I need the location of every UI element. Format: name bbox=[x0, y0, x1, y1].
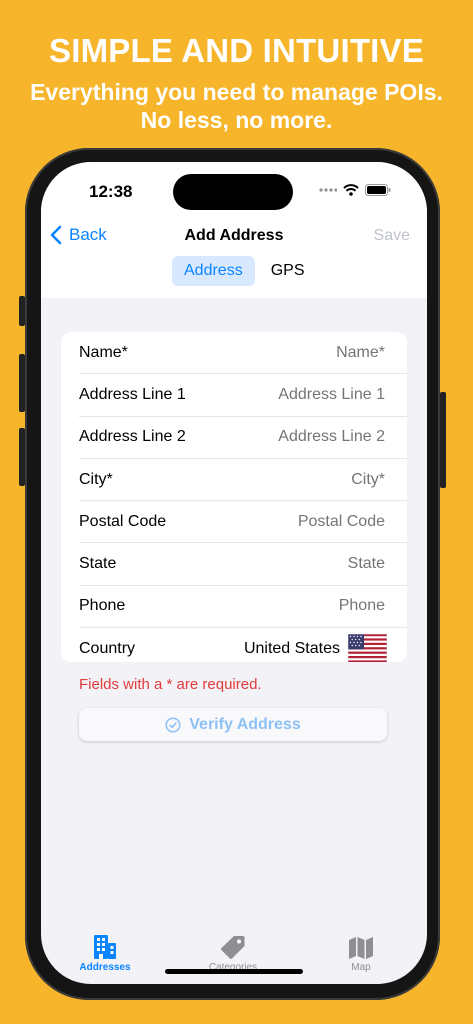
form-row-postal-code: Postal Code bbox=[79, 501, 407, 544]
city-field[interactable] bbox=[223, 469, 387, 490]
field-label: City* bbox=[79, 470, 113, 488]
postal-code-field[interactable] bbox=[223, 511, 387, 532]
field-label: Address Line 1 bbox=[79, 385, 186, 403]
field-label: Name* bbox=[79, 343, 128, 361]
address-form: Name* Address Line 1 Address Line 2 City… bbox=[61, 332, 407, 662]
verify-address-label: Verify Address bbox=[189, 715, 301, 733]
status-time: 12:38 bbox=[89, 182, 133, 201]
promo-subtitle-line2: No less, no more. bbox=[140, 107, 333, 133]
form-row-address-line-2: Address Line 2 bbox=[79, 417, 407, 459]
cellular-icon bbox=[319, 188, 337, 192]
segment-gps[interactable]: GPS bbox=[259, 256, 317, 286]
tab-label: Map bbox=[351, 962, 371, 973]
tab-icon-wrap bbox=[60, 932, 150, 960]
name-field[interactable] bbox=[223, 342, 387, 363]
tab-categories[interactable]: Categories bbox=[188, 932, 278, 973]
field-label: Postal Code bbox=[79, 512, 167, 530]
save-button[interactable]: Save bbox=[374, 227, 410, 245]
form-row-address-line-1: Address Line 1 bbox=[79, 374, 407, 417]
form-row-name: Name* bbox=[79, 332, 407, 375]
tab-icon-wrap bbox=[316, 932, 406, 960]
form-row-state: State bbox=[79, 543, 407, 586]
country-picker[interactable]: United States bbox=[244, 634, 387, 662]
wifi-icon bbox=[343, 184, 359, 196]
page-title: Add Address bbox=[184, 227, 284, 244]
form-row-phone: Phone bbox=[79, 586, 407, 629]
phone-screen: 12:38 Back Add Address Save Address GPS … bbox=[41, 162, 427, 984]
side-button bbox=[440, 392, 446, 488]
phone-field[interactable] bbox=[223, 596, 387, 617]
field-label: Country bbox=[79, 639, 136, 657]
side-button bbox=[19, 428, 25, 486]
address-line-1-field[interactable] bbox=[223, 384, 387, 405]
side-button bbox=[19, 296, 25, 326]
form-row-city: City* bbox=[79, 459, 407, 502]
state-field[interactable] bbox=[223, 554, 387, 575]
verify-address-button[interactable]: Verify Address bbox=[79, 708, 387, 741]
field-label: State bbox=[79, 555, 117, 573]
segmented-control: Address GPS bbox=[172, 256, 317, 286]
tab-map[interactable]: Map bbox=[316, 932, 406, 973]
promo-subtitle-line1: Everything you need to manage POIs. bbox=[30, 79, 443, 105]
tab-icon-wrap bbox=[188, 932, 278, 960]
side-button bbox=[19, 354, 25, 412]
form-row-country: Country United States bbox=[79, 628, 407, 662]
segment-address[interactable]: Address bbox=[172, 256, 255, 286]
tag-icon bbox=[221, 936, 245, 959]
field-label: Phone bbox=[79, 597, 126, 615]
promo-subtitle: Everything you need to manage POIs. No l… bbox=[0, 78, 473, 134]
us-flag-icon bbox=[348, 634, 387, 662]
tab-addresses[interactable]: Addresses bbox=[60, 932, 150, 973]
battery-icon bbox=[365, 184, 391, 196]
promo-title: SIMPLE AND INTUITIVE bbox=[49, 32, 424, 69]
building-icon bbox=[94, 935, 116, 959]
country-value: United States bbox=[243, 639, 340, 657]
status-icons bbox=[319, 184, 391, 196]
required-note: Fields with a * are required. bbox=[79, 676, 262, 693]
field-label: Address Line 2 bbox=[79, 428, 186, 446]
checkmark-circle-icon bbox=[165, 716, 181, 733]
map-icon bbox=[349, 937, 373, 959]
home-indicator bbox=[165, 969, 303, 974]
dynamic-island bbox=[173, 174, 293, 210]
address-line-2-field[interactable] bbox=[223, 427, 387, 448]
tab-label: Addresses bbox=[79, 962, 131, 973]
